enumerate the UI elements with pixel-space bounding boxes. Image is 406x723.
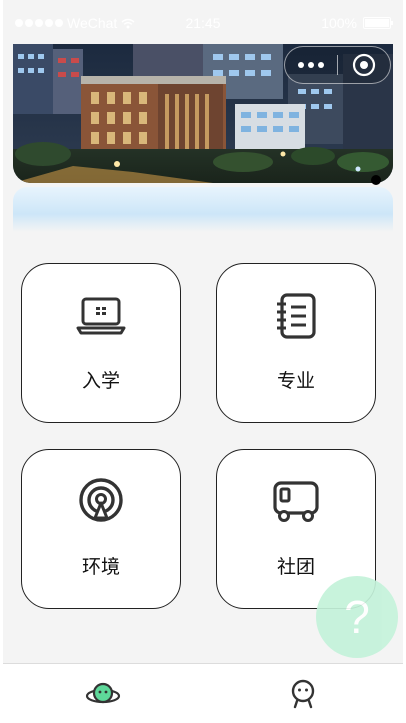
entry-card-environment[interactable]: 环境	[21, 449, 181, 609]
help-button[interactable]: ?	[316, 576, 398, 658]
laptop-icon	[75, 290, 127, 342]
card-label-majors: 专业	[276, 370, 315, 392]
card-label-clubs: 社团	[276, 556, 315, 578]
entry-card-enrollment[interactable]: 入学	[21, 263, 181, 423]
card-label-environment: 环境	[81, 556, 120, 578]
broadcast-icon	[75, 476, 127, 528]
carousel-indicator-dot[interactable]	[371, 175, 381, 185]
battery-percent: 100%	[321, 15, 357, 31]
bus-icon	[270, 476, 322, 528]
bottom-tab-bar	[3, 663, 403, 723]
status-right: 100%	[321, 15, 393, 31]
tab-home[interactable]	[3, 664, 203, 723]
battery-icon	[363, 17, 393, 29]
status-bar: WeChat 21:45 100%	[3, 0, 403, 46]
banner-secondary-slide	[13, 187, 393, 232]
notebook-icon	[270, 290, 322, 342]
mini-program-capsule	[284, 46, 391, 84]
person-icon	[291, 679, 315, 708]
tab-profile[interactable]	[203, 664, 403, 723]
more-dots-icon[interactable]	[285, 47, 337, 83]
mini-program-screen: WeChat 21:45 100% 入学 专业 环境 社团 ?	[3, 0, 403, 723]
close-target-icon[interactable]	[338, 47, 390, 83]
planet-icon	[85, 682, 121, 703]
entry-card-majors[interactable]: 专业	[216, 263, 376, 423]
card-label-enrollment: 入学	[81, 370, 120, 392]
